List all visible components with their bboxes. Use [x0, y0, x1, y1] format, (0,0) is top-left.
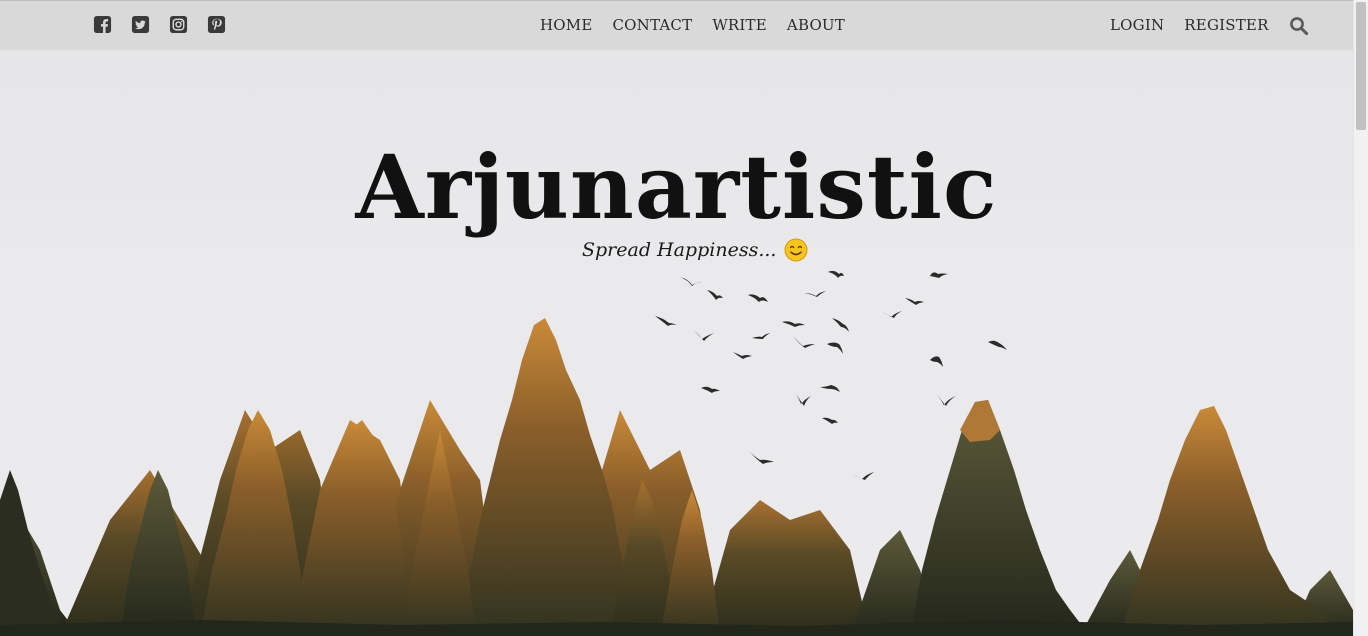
page: HOME CONTACT WRITE ABOUT LOGIN REGISTER	[0, 0, 1368, 636]
top-navbar: HOME CONTACT WRITE ABOUT LOGIN REGISTER	[0, 0, 1353, 50]
tagline-text: Spread Happiness...	[582, 239, 777, 261]
birds-flock	[655, 270, 1007, 480]
page-scrollbar[interactable]	[1353, 0, 1368, 636]
nav-about-link[interactable]: ABOUT	[787, 16, 845, 34]
hero-banner: Arjunartistic Spread Happiness...	[0, 50, 1353, 636]
register-link[interactable]: REGISTER	[1184, 16, 1268, 34]
scrollbar-thumb[interactable]	[1356, 2, 1366, 130]
nav-write-link[interactable]: WRITE	[712, 16, 767, 34]
site-tagline: Spread Happiness...	[582, 238, 808, 262]
social-links	[93, 15, 226, 34]
site-title: Arjunartistic	[355, 135, 998, 239]
instagram-icon[interactable]	[169, 15, 188, 34]
facebook-icon[interactable]	[93, 15, 112, 34]
nav-home-link[interactable]: HOME	[540, 16, 593, 34]
main-nav: HOME CONTACT WRITE ABOUT	[540, 16, 845, 34]
nav-contact-link[interactable]: CONTACT	[613, 16, 693, 34]
smiley-face-icon	[784, 238, 808, 262]
pinterest-icon[interactable]	[207, 15, 226, 34]
account-nav: LOGIN REGISTER	[1110, 16, 1269, 34]
search-icon[interactable]	[1289, 16, 1309, 36]
login-link[interactable]: LOGIN	[1110, 16, 1164, 34]
twitter-icon[interactable]	[131, 15, 150, 34]
